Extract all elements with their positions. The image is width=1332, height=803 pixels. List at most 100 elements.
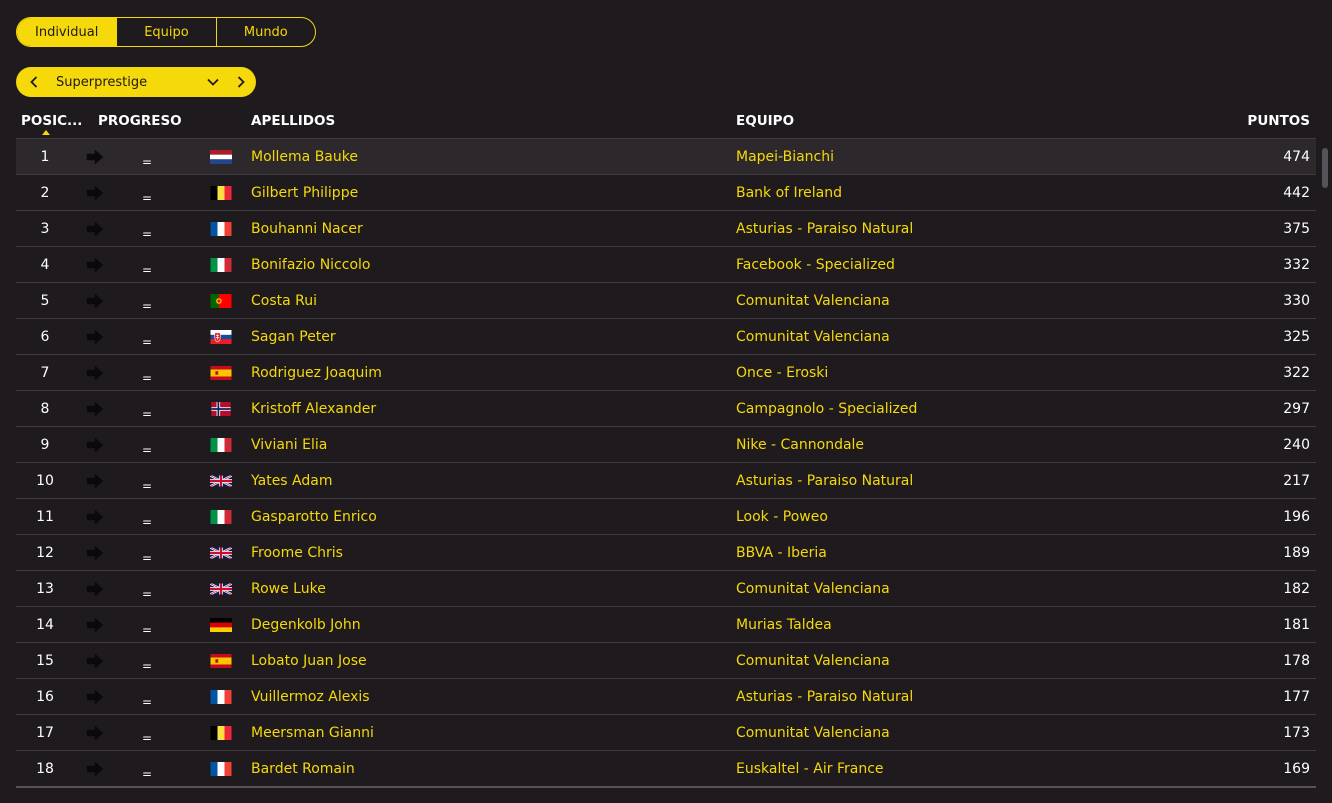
team-name-link[interactable]: Once - Eroski bbox=[736, 355, 828, 391]
ranking-page: Individual Equipo Mundo Superprestige PO… bbox=[0, 0, 1332, 803]
points-value: 442 bbox=[1283, 185, 1310, 201]
previous-competition-button[interactable] bbox=[16, 67, 52, 97]
flag-gb-icon bbox=[210, 474, 232, 488]
competition-dropdown-toggle[interactable] bbox=[200, 67, 226, 97]
table-row[interactable]: 6 = Sagan Peter Comunitat Valenciana 325 bbox=[16, 319, 1316, 355]
team-name-link[interactable]: Nike - Cannondale bbox=[736, 427, 864, 463]
column-header-position[interactable]: POSIC... bbox=[21, 113, 82, 129]
points-value: 182 bbox=[1283, 581, 1310, 597]
rider-name-link[interactable]: Bonifazio Niccolo bbox=[251, 247, 370, 283]
table-row[interactable]: 1 = Mollema Bauke Mapei-Bianchi 474 bbox=[16, 139, 1316, 175]
rider-name-link[interactable]: Yates Adam bbox=[251, 463, 332, 499]
rider-name-link[interactable]: Sagan Peter bbox=[251, 319, 336, 355]
team-name-link[interactable]: Campagnolo - Specialized bbox=[736, 391, 917, 427]
team-name-link[interactable]: Bank of Ireland bbox=[736, 175, 842, 211]
table-row[interactable]: 5 = Costa Rui Comunitat Valenciana 330 bbox=[16, 283, 1316, 319]
table-row[interactable]: 4 = Bonifazio Niccolo Facebook - Special… bbox=[16, 247, 1316, 283]
rank-position: 4 bbox=[40, 257, 50, 273]
tab-mundo[interactable]: Mundo bbox=[215, 18, 315, 46]
rider-name-link[interactable]: Rodriguez Joaquim bbox=[251, 355, 382, 391]
rider-name-link[interactable]: Lobato Juan Jose bbox=[251, 643, 367, 679]
team-name-link[interactable]: Asturias - Paraiso Natural bbox=[736, 211, 913, 247]
table-row[interactable]: 9 = Viviani Elia Nike - Cannondale 240 bbox=[16, 427, 1316, 463]
arrow-right-icon bbox=[86, 365, 104, 381]
points-value: 173 bbox=[1283, 725, 1310, 741]
rider-name-link[interactable]: Bouhanni Nacer bbox=[251, 211, 363, 247]
team-name-link[interactable]: Facebook - Specialized bbox=[736, 247, 895, 283]
scrollbar-thumb[interactable] bbox=[1322, 148, 1328, 188]
team-name-link[interactable]: Asturias - Paraiso Natural bbox=[736, 679, 913, 715]
column-header-progress[interactable]: PROGRESO bbox=[98, 113, 182, 129]
rider-name-link[interactable]: Vuillermoz Alexis bbox=[251, 679, 370, 715]
rider-name-link[interactable]: Kristoff Alexander bbox=[251, 391, 376, 427]
team-name-link[interactable]: Comunitat Valenciana bbox=[736, 571, 890, 607]
table-row[interactable]: 13 = Rowe Luke Comunitat Valenciana 182 bbox=[16, 571, 1316, 607]
sort-ascending-icon bbox=[42, 130, 50, 135]
tab-equipo[interactable]: Equipo bbox=[116, 18, 215, 46]
progress-indicator: = bbox=[142, 479, 153, 493]
rank-position: 6 bbox=[40, 329, 50, 345]
arrow-right-icon bbox=[86, 761, 104, 777]
team-name-link[interactable]: Comunitat Valenciana bbox=[736, 319, 890, 355]
rank-position: 9 bbox=[40, 437, 50, 453]
tab-individual[interactable]: Individual bbox=[17, 18, 117, 46]
flag-nl-icon bbox=[210, 150, 232, 164]
flag-pt-icon bbox=[210, 294, 232, 308]
table-row[interactable]: 15 = Lobato Juan Jose Comunitat Valencia… bbox=[16, 643, 1316, 679]
team-name-link[interactable]: Comunitat Valenciana bbox=[736, 643, 890, 679]
next-competition-button[interactable] bbox=[226, 67, 256, 97]
rider-name-link[interactable]: Gasparotto Enrico bbox=[251, 499, 377, 535]
rider-name-link[interactable]: Degenkolb John bbox=[251, 607, 361, 643]
points-value: 375 bbox=[1283, 221, 1310, 237]
progress-indicator: = bbox=[142, 659, 153, 673]
rank-position: 10 bbox=[36, 473, 54, 489]
rank-position: 8 bbox=[40, 401, 50, 417]
table-row[interactable]: 11 = Gasparotto Enrico Look - Poweo 196 bbox=[16, 499, 1316, 535]
team-name-link[interactable]: Euskaltel - Air France bbox=[736, 751, 884, 786]
rider-name-link[interactable]: Bardet Romain bbox=[251, 751, 355, 786]
vertical-scrollbar[interactable] bbox=[1320, 138, 1329, 788]
table-row[interactable]: 3 = Bouhanni Nacer Asturias - Paraiso Na… bbox=[16, 211, 1316, 247]
table-row[interactable]: 8 = Kristoff Alexander Campagnolo - Spec… bbox=[16, 391, 1316, 427]
table-row[interactable]: 2 = Gilbert Philippe Bank of Ireland 442 bbox=[16, 175, 1316, 211]
points-value: 217 bbox=[1283, 473, 1310, 489]
team-name-link[interactable]: BBVA - Iberia bbox=[736, 535, 827, 571]
table-row[interactable]: 7 = Rodriguez Joaquim Once - Eroski 322 bbox=[16, 355, 1316, 391]
team-name-link[interactable]: Murias Taldea bbox=[736, 607, 832, 643]
table-row[interactable]: 16 = Vuillermoz Alexis Asturias - Parais… bbox=[16, 679, 1316, 715]
team-name-link[interactable]: Comunitat Valenciana bbox=[736, 283, 890, 319]
rider-name-link[interactable]: Viviani Elia bbox=[251, 427, 327, 463]
rider-name-link[interactable]: Mollema Bauke bbox=[251, 139, 358, 175]
rider-name-link[interactable]: Froome Chris bbox=[251, 535, 343, 571]
rider-name-link[interactable]: Gilbert Philippe bbox=[251, 175, 358, 211]
rider-name-link[interactable]: Costa Rui bbox=[251, 283, 317, 319]
chevron-left-icon bbox=[30, 76, 38, 88]
rank-position: 3 bbox=[40, 221, 50, 237]
table-row[interactable]: 18 = Bardet Romain Euskaltel - Air Franc… bbox=[16, 751, 1316, 786]
progress-indicator: = bbox=[142, 551, 153, 565]
arrow-right-icon bbox=[86, 329, 104, 345]
team-name-link[interactable]: Mapei-Bianchi bbox=[736, 139, 834, 175]
column-header-team[interactable]: EQUIPO bbox=[736, 113, 794, 129]
column-header-points[interactable]: PUNTOS bbox=[1247, 113, 1310, 129]
rider-name-link[interactable]: Meersman Gianni bbox=[251, 715, 374, 751]
points-value: 325 bbox=[1283, 329, 1310, 345]
column-header-name[interactable]: APELLIDOS bbox=[251, 113, 335, 129]
progress-indicator: = bbox=[142, 443, 153, 457]
team-name-link[interactable]: Look - Poweo bbox=[736, 499, 828, 535]
horizontal-scrollbar[interactable] bbox=[16, 786, 1316, 788]
rider-name-link[interactable]: Rowe Luke bbox=[251, 571, 326, 607]
competition-dropdown[interactable]: Superprestige bbox=[52, 67, 200, 97]
table-header: POSIC... PROGRESO APELLIDOS EQUIPO PUNTO… bbox=[16, 104, 1316, 138]
table-row[interactable]: 12 = Froome Chris BBVA - Iberia 189 bbox=[16, 535, 1316, 571]
team-name-link[interactable]: Comunitat Valenciana bbox=[736, 715, 890, 751]
flag-es-icon bbox=[210, 654, 232, 668]
arrow-right-icon bbox=[86, 149, 104, 165]
table-row[interactable]: 14 = Degenkolb John Murias Taldea 181 bbox=[16, 607, 1316, 643]
team-name-link[interactable]: Asturias - Paraiso Natural bbox=[736, 463, 913, 499]
points-value: 181 bbox=[1283, 617, 1310, 633]
table-row[interactable]: 17 = Meersman Gianni Comunitat Valencian… bbox=[16, 715, 1316, 751]
table-row[interactable]: 10 = Yates Adam Asturias - Paraiso Natur… bbox=[16, 463, 1316, 499]
arrow-right-icon bbox=[86, 437, 104, 453]
flag-gb-icon bbox=[210, 546, 232, 560]
